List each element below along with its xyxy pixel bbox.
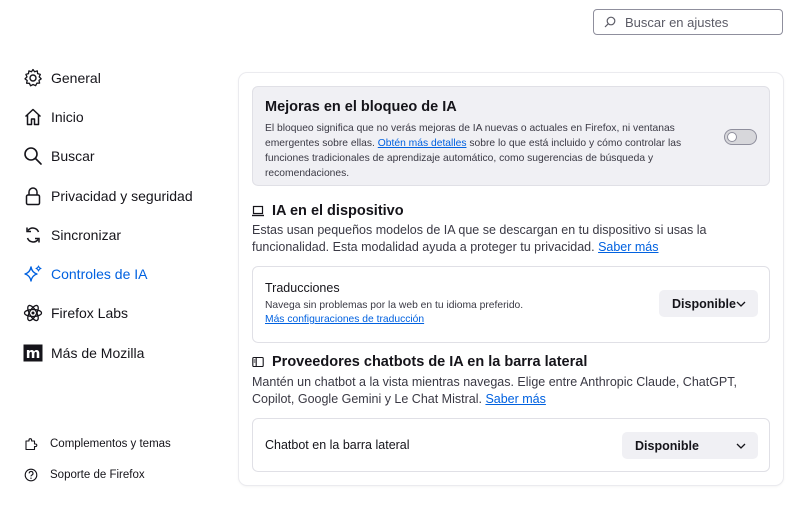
mozilla-icon: m bbox=[22, 342, 43, 363]
sidebar-item-search[interactable]: Buscar bbox=[22, 137, 232, 176]
sidebar-item-label: Más de Mozilla bbox=[51, 344, 145, 361]
home-icon bbox=[22, 106, 43, 127]
chatbots-description: Mantén un chatbot a la vista mientras na… bbox=[252, 374, 776, 408]
sidebar-item-privacy[interactable]: Privacidad y seguridad bbox=[22, 176, 232, 215]
sidebar-item-more-mozilla[interactable]: m Más de Mozilla bbox=[22, 333, 232, 372]
sidebar-item-label: Sincronizar bbox=[51, 226, 122, 243]
sidebar-item-home[interactable]: Inicio bbox=[22, 97, 232, 136]
search-icon bbox=[604, 16, 616, 28]
translation-settings-link[interactable]: Más configuraciones de traducción bbox=[265, 314, 424, 325]
ai-block-box: Mejoras en el bloqueo de IA El bloqueo s… bbox=[252, 86, 770, 186]
gear-icon bbox=[22, 67, 43, 88]
chevron-down-icon bbox=[736, 299, 746, 309]
section-title-text: IA en el dispositivo bbox=[272, 203, 404, 219]
section-title-text: Proveedores chatbots de IA en la barra l… bbox=[272, 354, 588, 370]
sync-icon bbox=[22, 224, 43, 245]
dropdown-value: Disponible bbox=[672, 296, 736, 311]
learn-details-link[interactable]: Obtén más detalles bbox=[378, 138, 467, 149]
search-icon bbox=[22, 146, 43, 167]
sidebar-item-label: Firefox Labs bbox=[51, 305, 129, 322]
on-device-ai-heading: IA en el dispositivo bbox=[252, 203, 404, 219]
help-icon bbox=[24, 468, 38, 482]
footer-link-label: Soporte de Firefox bbox=[50, 468, 145, 481]
translations-title: Traducciones bbox=[265, 281, 340, 295]
toggle-knob bbox=[727, 132, 737, 142]
sidebar-item-general[interactable]: General bbox=[22, 58, 232, 97]
sidebar-item-label: General bbox=[51, 69, 101, 86]
sidebar-item-ai-controls[interactable]: Controles de IA bbox=[22, 254, 232, 293]
lock-icon bbox=[22, 185, 43, 206]
on-device-learn-more-link[interactable]: Saber más bbox=[598, 240, 658, 254]
sparkle-icon bbox=[22, 264, 43, 285]
sidebar-panel-icon bbox=[252, 356, 264, 368]
sidebar-item-label: Privacidad y seguridad bbox=[51, 187, 193, 204]
sidebar-chatbot-title: Chatbot en la barra lateral bbox=[265, 438, 410, 452]
translations-dropdown[interactable]: Disponible bbox=[659, 290, 758, 317]
sidebar-link-addons[interactable]: Complementos y temas bbox=[24, 428, 171, 459]
settings-search-input[interactable]: Buscar en ajustes bbox=[593, 9, 783, 35]
dropdown-value: Disponible bbox=[635, 438, 699, 453]
sidebar-chatbot-dropdown[interactable]: Disponible bbox=[622, 432, 758, 459]
translations-subtitle: Navega sin problemas por la web en tu id… bbox=[265, 300, 524, 311]
footer-link-label: Complementos y temas bbox=[50, 437, 171, 450]
svg-text:m: m bbox=[25, 346, 40, 362]
atom-icon bbox=[22, 303, 43, 324]
ai-block-description: El bloqueo significa que no verás mejora… bbox=[265, 121, 705, 181]
chatbots-learn-more-link[interactable]: Saber más bbox=[485, 392, 545, 406]
ai-block-title: Mejoras en el bloqueo de IA bbox=[265, 99, 457, 115]
sidebar-chatbot-card: Chatbot en la barra lateral Disponible bbox=[252, 418, 770, 472]
puzzle-icon bbox=[24, 437, 38, 451]
laptop-icon bbox=[252, 205, 264, 217]
sidebar-footer: Complementos y temas Soporte de Firefox bbox=[24, 428, 171, 490]
sidebar-nav: General Inicio Buscar Privacidad y segur… bbox=[22, 58, 232, 372]
sidebar-item-label: Inicio bbox=[51, 108, 84, 125]
settings-page: Buscar en ajustes General Inicio Buscar bbox=[0, 0, 806, 505]
sidebar-item-label: Buscar bbox=[51, 148, 95, 165]
chatbots-heading: Proveedores chatbots de IA en la barra l… bbox=[252, 354, 587, 370]
ai-block-toggle[interactable] bbox=[724, 129, 757, 145]
sidebar-link-support[interactable]: Soporte de Firefox bbox=[24, 459, 171, 490]
search-placeholder: Buscar en ajustes bbox=[625, 14, 729, 30]
translations-card: Traducciones Navega sin problemas por la… bbox=[252, 266, 770, 343]
chevron-down-icon bbox=[736, 441, 746, 451]
on-device-ai-description: Estas usan pequeños modelos de IA que se… bbox=[252, 222, 776, 256]
sidebar-item-firefox-labs[interactable]: Firefox Labs bbox=[22, 294, 232, 333]
sidebar-item-label: Controles de IA bbox=[51, 266, 148, 283]
ai-controls-panel: Mejoras en el bloqueo de IA El bloqueo s… bbox=[239, 73, 783, 485]
sidebar-item-sync[interactable]: Sincronizar bbox=[22, 215, 232, 254]
